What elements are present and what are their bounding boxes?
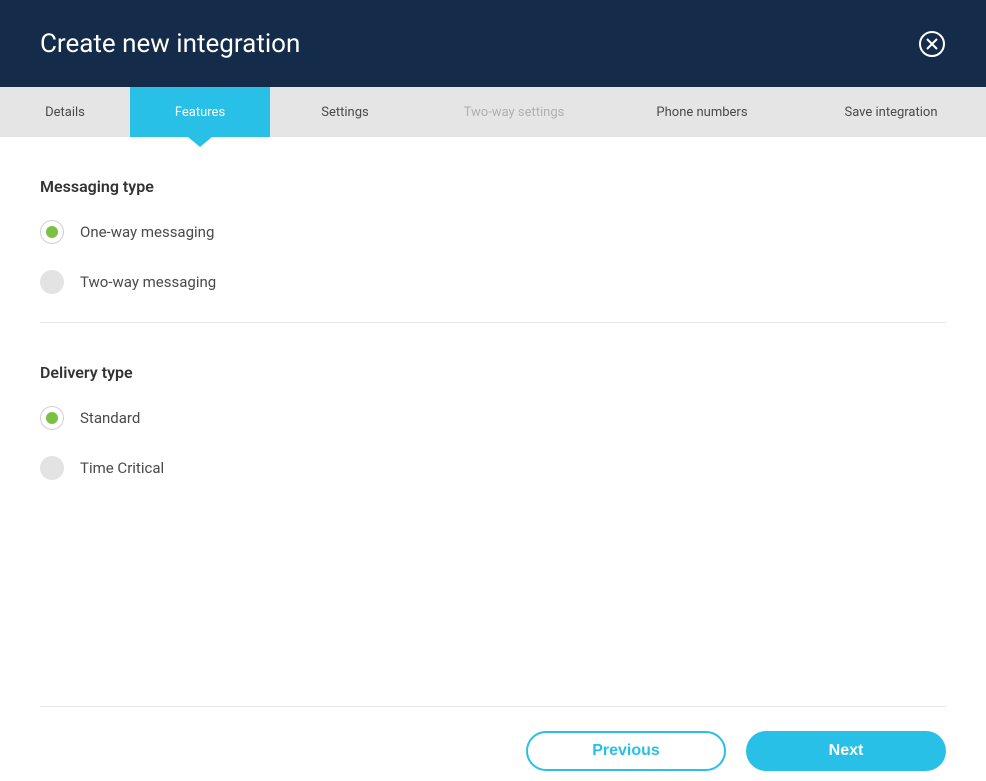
section-divider bbox=[40, 322, 946, 323]
tab-label: Details bbox=[45, 105, 85, 120]
tab-label: Save integration bbox=[844, 105, 937, 120]
previous-button[interactable]: Previous bbox=[526, 731, 726, 771]
radio-option-standard[interactable]: Standard bbox=[40, 406, 946, 430]
messaging-type-section: Messaging type One-way messaging Two-way… bbox=[40, 177, 946, 294]
content-area: Messaging type One-way messaging Two-way… bbox=[0, 137, 986, 480]
radio-option-time-critical[interactable]: Time Critical bbox=[40, 456, 946, 480]
section-title-delivery: Delivery type bbox=[40, 363, 946, 382]
radio-indicator bbox=[40, 456, 64, 480]
radio-label: Time Critical bbox=[80, 459, 164, 477]
radio-option-two-way[interactable]: Two-way messaging bbox=[40, 270, 946, 294]
tab-details[interactable]: Details bbox=[0, 87, 130, 137]
tab-label: Features bbox=[175, 105, 225, 120]
tab-two-way-settings: Two-way settings bbox=[420, 87, 608, 137]
tab-bar: Details Features Settings Two-way settin… bbox=[0, 87, 986, 137]
tab-label: Two-way settings bbox=[464, 105, 565, 120]
radio-indicator bbox=[40, 406, 64, 430]
delivery-type-section: Delivery type Standard Time Critical bbox=[40, 363, 946, 480]
modal-header: Create new integration bbox=[0, 0, 986, 87]
close-button[interactable] bbox=[918, 30, 946, 58]
radio-dot-icon bbox=[46, 412, 58, 424]
tab-phone-numbers[interactable]: Phone numbers bbox=[608, 87, 796, 137]
tab-settings[interactable]: Settings bbox=[270, 87, 420, 137]
tab-save-integration[interactable]: Save integration bbox=[796, 87, 986, 137]
next-button[interactable]: Next bbox=[746, 731, 946, 771]
footer-divider bbox=[40, 706, 946, 707]
radio-label: Two-way messaging bbox=[80, 273, 216, 291]
tab-features[interactable]: Features bbox=[130, 87, 270, 137]
tab-label: Phone numbers bbox=[656, 105, 747, 120]
radio-dot-icon bbox=[46, 226, 58, 238]
radio-indicator bbox=[40, 220, 64, 244]
radio-label: One-way messaging bbox=[80, 223, 214, 241]
section-title-messaging: Messaging type bbox=[40, 177, 946, 196]
tab-label: Settings bbox=[321, 105, 368, 120]
footer: Previous Next bbox=[40, 706, 946, 781]
close-icon bbox=[918, 30, 946, 58]
radio-indicator bbox=[40, 270, 64, 294]
radio-option-one-way[interactable]: One-way messaging bbox=[40, 220, 946, 244]
page-title: Create new integration bbox=[40, 29, 300, 59]
footer-buttons: Previous Next bbox=[40, 731, 946, 781]
radio-label: Standard bbox=[80, 409, 140, 427]
